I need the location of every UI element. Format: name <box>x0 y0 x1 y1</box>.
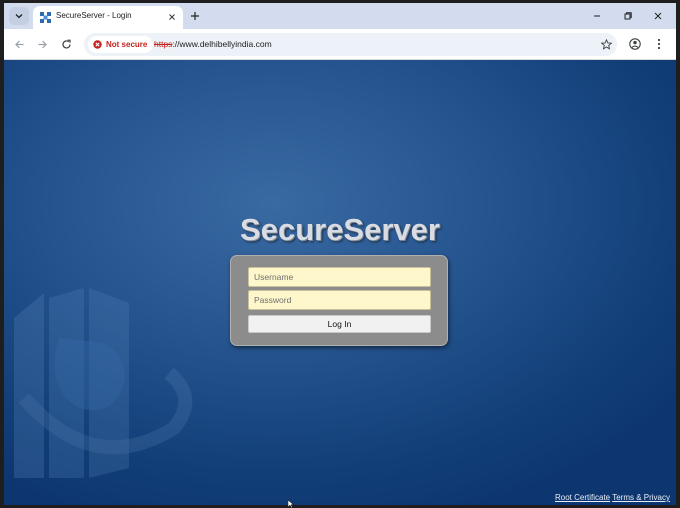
url-scheme: https <box>154 39 173 49</box>
close-icon <box>654 12 662 20</box>
star-icon <box>600 38 612 50</box>
chevron-down-icon <box>15 14 23 19</box>
close-icon <box>169 14 175 20</box>
server-building-watermark <box>14 288 193 478</box>
reload-button[interactable] <box>59 37 73 51</box>
warning-icon <box>93 40 102 49</box>
root-certificate-link[interactable]: Root Certificate <box>555 493 610 502</box>
arrow-left-icon <box>14 40 23 48</box>
tab-search-button[interactable] <box>9 7 29 25</box>
close-window-button[interactable] <box>651 9 665 23</box>
profile-icon <box>629 38 641 50</box>
minimize-button[interactable] <box>590 9 604 23</box>
plus-icon <box>191 12 199 20</box>
bookmark-button[interactable] <box>599 37 613 51</box>
restore-icon <box>624 12 632 20</box>
tab-title: SecureServer - Login <box>56 11 132 20</box>
login-panel: Log In <box>230 255 448 346</box>
url-text: https://www.delhibellyindia.com <box>154 39 272 49</box>
tab-close-button[interactable] <box>167 12 177 22</box>
login-page: SecureServer Log In Root Certificate Ter… <box>4 60 676 505</box>
globe-grid-icon <box>40 12 51 23</box>
terms-privacy-link[interactable]: Terms & Privacy <box>612 493 670 502</box>
minimize-icon <box>594 15 600 17</box>
browser-menu-button[interactable] <box>652 37 666 51</box>
mouse-cursor-icon <box>288 500 294 508</box>
reload-icon <box>61 39 71 49</box>
footer-links: Root Certificate Terms & Privacy <box>555 493 670 502</box>
browser-window: SecureServer - Login Not secure https://… <box>4 3 676 505</box>
profile-button[interactable] <box>628 37 642 51</box>
security-chip[interactable]: Not secure <box>88 36 154 53</box>
tab-strip: SecureServer - Login <box>4 3 676 29</box>
kebab-menu-icon <box>657 38 661 50</box>
username-input[interactable] <box>248 267 431 287</box>
url-rest: ://www.delhibellyindia.com <box>172 39 272 49</box>
address-bar[interactable]: Not secure https://www.delhibellyindia.c… <box>84 33 617 56</box>
login-button[interactable]: Log In <box>248 315 431 333</box>
restore-button[interactable] <box>621 9 635 23</box>
security-label: Not secure <box>106 40 148 49</box>
active-tab[interactable]: SecureServer - Login <box>33 6 183 29</box>
browser-toolbar: Not secure https://www.delhibellyindia.c… <box>4 29 676 60</box>
password-input[interactable] <box>248 290 431 310</box>
brand-title: SecureServer <box>240 212 440 247</box>
arrow-right-icon <box>38 40 47 48</box>
forward-button[interactable] <box>35 37 49 51</box>
new-tab-button[interactable] <box>188 9 202 23</box>
back-button[interactable] <box>12 37 26 51</box>
